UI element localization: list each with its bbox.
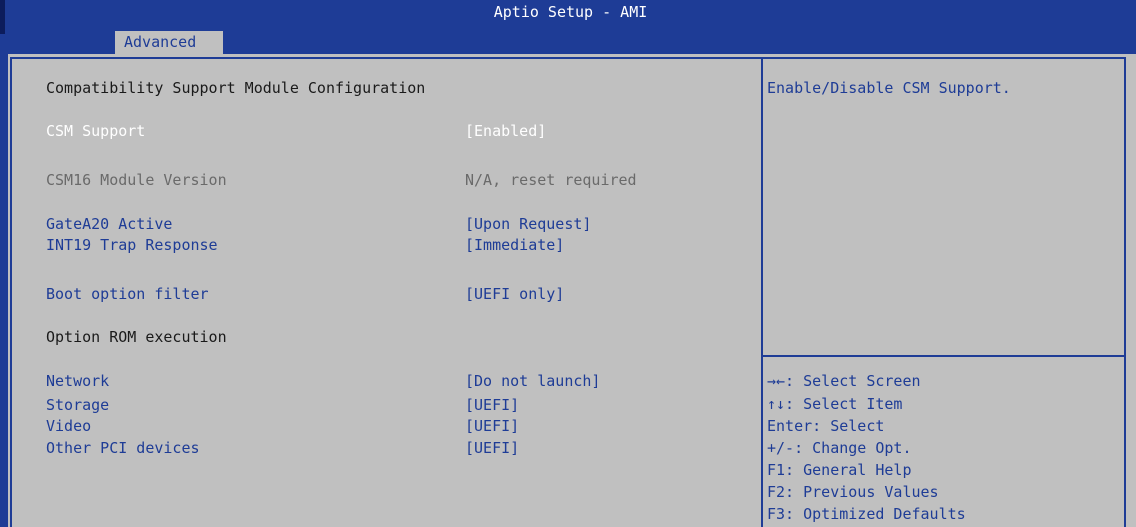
setting-value-boot-filter[interactable]: [UEFI only] xyxy=(465,284,564,304)
key-hint-select-item: ↑↓: Select Item xyxy=(767,395,903,413)
setting-label-video[interactable]: Video xyxy=(46,416,91,436)
key-hint-change-opt: +/-: Change Opt. xyxy=(767,439,912,457)
setting-value-storage[interactable]: [UEFI] xyxy=(465,395,519,415)
setting-value-other-pci[interactable]: [UEFI] xyxy=(465,438,519,458)
setting-label-csm-support[interactable]: CSM Support xyxy=(46,121,145,141)
help-divider xyxy=(763,355,1126,357)
section-title: Compatibility Support Module Configurati… xyxy=(46,79,426,97)
key-hint-previous-values: F2: Previous Values xyxy=(767,483,939,501)
help-description: Enable/Disable CSM Support. xyxy=(767,79,1011,97)
setting-value-csm-support[interactable]: [Enabled] xyxy=(465,121,546,141)
setting-label-other-pci[interactable]: Other PCI devices xyxy=(46,438,200,458)
setting-label-gatea20[interactable]: GateA20 Active xyxy=(46,214,172,234)
panel-divider xyxy=(761,59,763,527)
setting-value-csm16-version: N/A, reset required xyxy=(465,171,637,189)
setting-value-gatea20[interactable]: [Upon Request] xyxy=(465,214,591,234)
setting-label-csm16-version: CSM16 Module Version xyxy=(46,171,227,189)
setting-value-int19-trap[interactable]: [Immediate] xyxy=(465,235,564,255)
setting-value-video[interactable]: [UEFI] xyxy=(465,416,519,436)
setting-label-storage[interactable]: Storage xyxy=(46,395,109,415)
app-title: Aptio Setup - AMI xyxy=(493,3,648,21)
key-hint-optimized-defaults: F3: Optimized Defaults xyxy=(767,505,966,523)
key-hint-select-screen: →←: Select Screen xyxy=(767,372,921,390)
setting-label-int19-trap[interactable]: INT19 Trap Response xyxy=(46,235,218,255)
setting-label-boot-filter[interactable]: Boot option filter xyxy=(46,284,209,304)
key-hint-enter: Enter: Select xyxy=(767,417,885,435)
setting-label-network[interactable]: Network xyxy=(46,371,109,391)
key-hint-general-help: F1: General Help xyxy=(767,461,912,479)
title-bar: Aptio Setup - AMI xyxy=(0,0,1136,34)
tab-advanced[interactable]: Advanced xyxy=(115,31,223,54)
subsection-title: Option ROM execution xyxy=(46,328,227,346)
setting-value-network[interactable]: [Do not launch] xyxy=(465,371,600,391)
